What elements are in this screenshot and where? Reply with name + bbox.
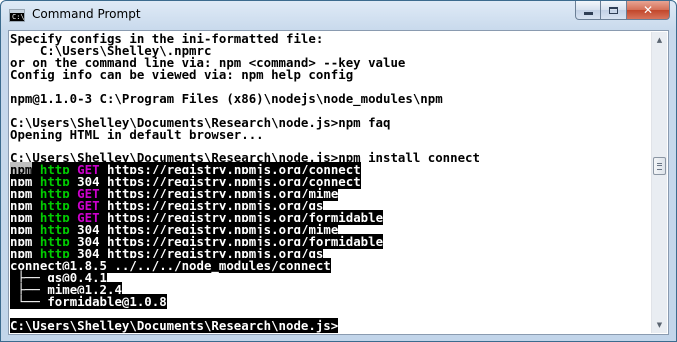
close-button[interactable]: ✕ bbox=[627, 1, 670, 20]
console-line: npm@1.1.0-3 C:\Program Files (x86)\nodej… bbox=[10, 90, 443, 106]
maximize-icon bbox=[609, 6, 618, 14]
caption-buttons: ✕ bbox=[575, 1, 670, 20]
scroll-down-arrow-icon[interactable]: ▼ bbox=[652, 317, 667, 333]
console-area[interactable]: Specify configs in the ini-formatted fil… bbox=[8, 30, 669, 335]
cmd-icon-label: C:\ bbox=[12, 13, 25, 21]
console-line: Config info can be viewed via: npm help … bbox=[10, 66, 354, 82]
prompt-line: C:\Users\Shelley\Documents\Research\node… bbox=[10, 317, 650, 333]
console-output[interactable]: Specify configs in the ini-formatted fil… bbox=[10, 33, 650, 334]
title-bar[interactable]: C:\ Command Prompt ✕ bbox=[1, 1, 676, 30]
scroll-up-arrow-icon[interactable]: ▲ bbox=[652, 32, 667, 48]
minimize-icon bbox=[583, 12, 593, 15]
scrollbar-thumb[interactable] bbox=[653, 157, 666, 175]
command-prompt: C:\Users\Shelley\Documents\Research\node… bbox=[10, 317, 339, 333]
cmd-window-icon[interactable]: C:\ bbox=[9, 9, 25, 22]
minimize-button[interactable] bbox=[575, 1, 601, 20]
tree-child-line: └── formidable@1.0.8 bbox=[10, 293, 650, 309]
console-line: Opening HTML in default browser... bbox=[10, 126, 264, 142]
maximize-button[interactable] bbox=[601, 1, 627, 20]
vertical-scrollbar[interactable]: ▲ ▼ bbox=[651, 32, 667, 333]
command-prompt-window: C:\ Command Prompt ✕ Specify configs in … bbox=[0, 0, 677, 342]
window-title: Command Prompt bbox=[32, 7, 141, 21]
close-icon: ✕ bbox=[642, 3, 654, 17]
dependency-name: formidable@1.0.8 bbox=[47, 293, 167, 309]
